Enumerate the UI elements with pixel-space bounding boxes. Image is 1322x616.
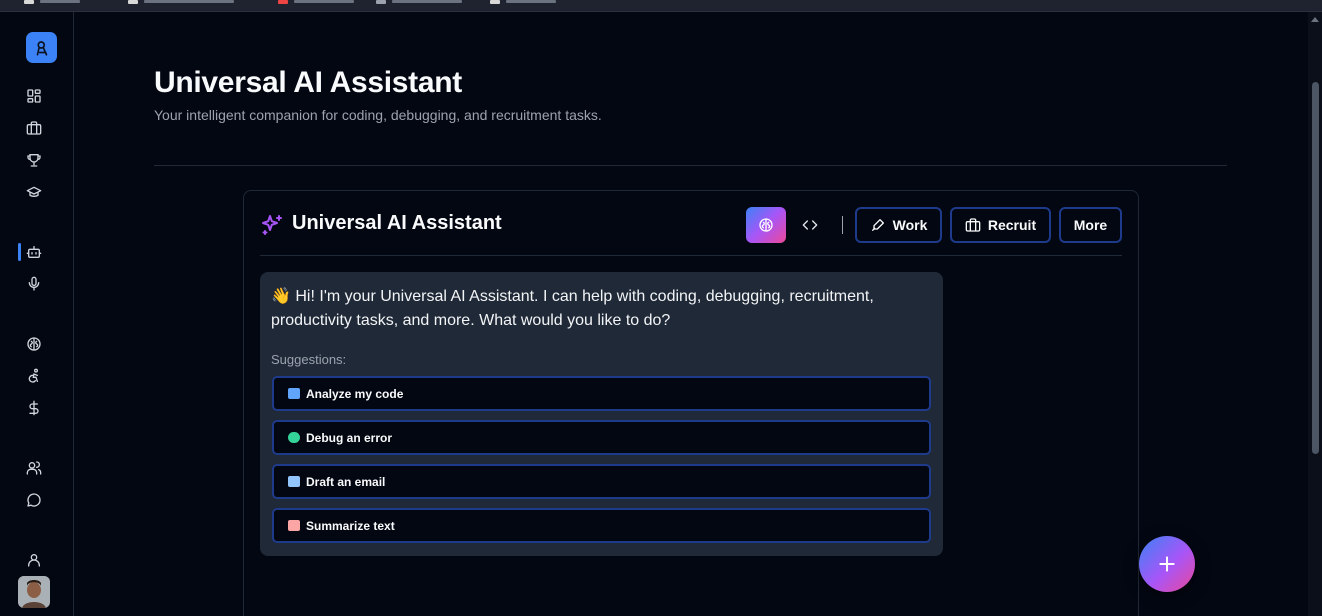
briefcase-icon[interactable] [24, 118, 44, 138]
suggestion-label: Analyze my code [306, 386, 404, 401]
more-button[interactable]: More [1059, 207, 1122, 243]
sidebar [0, 12, 74, 616]
suggestion-draft-email[interactable]: Draft an email [272, 464, 931, 499]
brain-mode-button[interactable] [746, 207, 786, 243]
tab-title[interactable] [392, 0, 462, 3]
tab-favicon[interactable] [490, 0, 500, 4]
code-icon [802, 220, 818, 230]
suggestion-debug-error[interactable]: Debug an error [272, 420, 931, 455]
work-button-label: Work [892, 217, 928, 233]
scroll-thumb[interactable] [1312, 82, 1319, 454]
tab-favicon[interactable] [24, 0, 34, 4]
brain-icon[interactable] [24, 334, 44, 354]
trophy-icon[interactable] [24, 150, 44, 170]
more-button-label: More [1073, 217, 1108, 233]
dashboard-icon[interactable] [24, 86, 44, 106]
suggestion-summarize-text[interactable]: Summarize text [272, 508, 931, 543]
email-icon [288, 476, 300, 487]
active-indicator [18, 243, 21, 261]
recruit-button[interactable]: Recruit [950, 207, 1051, 243]
scroll-up-icon[interactable] [1311, 17, 1319, 22]
tab-favicon[interactable] [376, 0, 386, 4]
code-mode-button[interactable] [792, 207, 828, 243]
plus-icon [1159, 556, 1175, 572]
assistant-message-text: 👋 Hi! I'm your Universal AI Assistant. I… [271, 288, 874, 329]
dollar-icon[interactable] [24, 398, 44, 418]
toolbar-separator [842, 216, 843, 234]
work-button[interactable]: Work [855, 207, 942, 243]
suggestions-label: Suggestions: [271, 352, 347, 367]
tab-favicon[interactable] [128, 0, 138, 4]
suggestion-label: Debug an error [306, 430, 393, 445]
tab-title[interactable] [294, 0, 354, 3]
page-scrollbar[interactable] [1308, 12, 1322, 616]
tab-title[interactable] [506, 0, 556, 3]
pen-tool-icon [871, 219, 884, 231]
sparkles-icon [260, 213, 284, 237]
microphone-icon[interactable] [24, 274, 44, 294]
graduation-cap-icon[interactable] [24, 182, 44, 202]
users-icon[interactable] [24, 458, 44, 478]
user-icon[interactable] [24, 550, 44, 570]
chat-icon[interactable] [24, 490, 44, 510]
page-icon [288, 520, 300, 531]
suggestion-analyze-code[interactable]: Analyze my code [272, 376, 931, 411]
tab-favicon[interactable] [278, 0, 288, 4]
header-divider [154, 165, 1227, 166]
new-chat-fab[interactable] [1139, 536, 1195, 592]
tab-title[interactable] [40, 0, 80, 3]
assistant-title: Universal AI Assistant [292, 212, 502, 234]
brain-icon [759, 218, 773, 232]
avatar[interactable] [18, 576, 50, 608]
browser-tab-strip [0, 0, 1322, 12]
page-title: Universal AI Assistant [154, 66, 462, 99]
bot-icon[interactable] [24, 242, 44, 262]
suggestion-label: Draft an email [306, 474, 386, 489]
briefcase-icon [965, 218, 981, 232]
laptop-icon [288, 388, 300, 399]
suggestion-label: Summarize text [306, 518, 395, 533]
bug-icon [288, 432, 300, 443]
accessibility-icon[interactable] [24, 366, 44, 386]
page-subtitle: Your intelligent companion for coding, d… [154, 107, 602, 123]
tab-title[interactable] [144, 0, 234, 3]
card-header-divider [260, 255, 1122, 256]
logo-icon[interactable] [26, 32, 57, 63]
recruit-button-label: Recruit [987, 217, 1037, 233]
